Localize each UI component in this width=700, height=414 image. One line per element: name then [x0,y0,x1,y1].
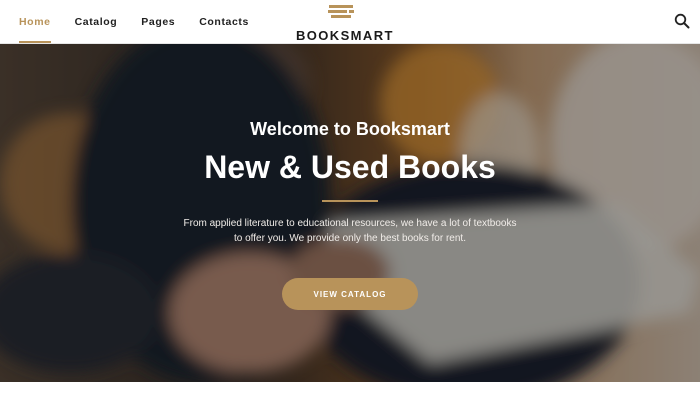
hero-welcome: Welcome to Booksmart [250,119,450,139]
site-logo[interactable]: BOOKSMART [296,5,394,43]
hero-description: From applied literature to educational r… [170,216,530,246]
hero-headline: New & Used Books [204,149,496,185]
nav-home[interactable]: Home [19,0,51,43]
main-nav: Home Catalog Pages Contacts [19,0,249,43]
nav-pages[interactable]: Pages [141,0,175,43]
hero-dark-overlay [0,43,700,382]
nav-catalog[interactable]: Catalog [75,0,118,43]
hero-divider [322,200,378,202]
nav-contacts[interactable]: Contacts [199,0,249,43]
hero-description-line-2: to offer you. We provide only the best b… [234,233,466,244]
hero-section: Welcome to Booksmart New & Used Books Fr… [0,43,700,382]
hero-description-line-1: From applied literature to educational r… [183,218,517,229]
view-catalog-button[interactable]: VIEW CATALOG [282,278,418,310]
books-stack-icon [328,5,354,18]
search-icon[interactable] [674,13,690,29]
site-header: Home Catalog Pages Contacts BOOKSMART [0,0,700,44]
brand-name: BOOKSMART [296,28,394,43]
